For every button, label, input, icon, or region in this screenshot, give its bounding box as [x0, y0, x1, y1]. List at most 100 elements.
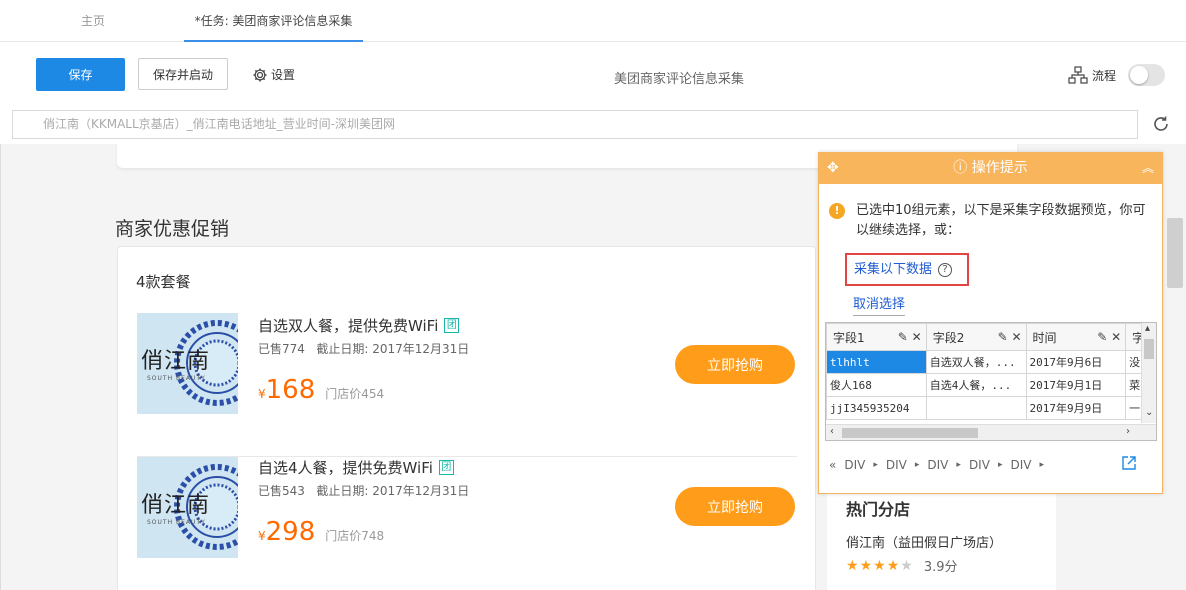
save-button[interactable]: 保存	[36, 58, 125, 91]
path-item[interactable]: DIV	[927, 458, 948, 472]
edit-delete-icons[interactable]: ✎ ✕	[898, 330, 922, 344]
column-header-label: 时间	[1032, 330, 1057, 345]
star-icon: ★	[886, 557, 900, 574]
settings-label: 设置	[271, 68, 296, 82]
deal-name-text: 自选4人餐，提供免费WiFi	[258, 459, 433, 477]
hot-branches-title: 热门分店	[846, 500, 911, 519]
buy-now-button[interactable]: 立即抢购	[675, 345, 795, 384]
column-header-label: 字段1	[833, 330, 865, 345]
path-separator-icon: ▸	[873, 460, 878, 470]
flow-control: 流程	[1068, 64, 1166, 86]
table-cell[interactable]: 2017年9月1日	[1025, 373, 1127, 397]
scroll-left-icon[interactable]: ‹	[830, 426, 834, 437]
column-header[interactable]: 字段2 ✎ ✕	[925, 323, 1027, 351]
deal-name-text: 自选双人餐，提供免费WiFi	[258, 317, 439, 335]
tab-home[interactable]: 主页	[30, 0, 156, 42]
path-separator-icon: ▸	[1039, 460, 1044, 470]
path-item[interactable]: DIV	[844, 458, 865, 472]
scroll-down-icon[interactable]: ⌄	[1145, 407, 1153, 418]
tab-bar: 主页 *任务: 美团商家评论信息采集	[0, 0, 1186, 42]
deal-thumbnail[interactable]: 俏江南 SOUTH BEAUTY	[137, 313, 238, 414]
task-title: 美团商家评论信息采集	[614, 72, 745, 87]
branch-name[interactable]: 俏江南（益田假日广场店）	[846, 532, 1002, 551]
star-icon: ★	[846, 557, 859, 574]
path-separator-icon: ▸	[997, 460, 1003, 470]
table-horizontal-scrollbar[interactable]: ‹ ›	[826, 424, 1156, 440]
table-row: tlhhlt 自选双人餐，... 2017年9月6日 没	[826, 350, 1156, 374]
deadline: 截止日期: 2017年12月31日	[316, 342, 470, 356]
deadline: 截止日期: 2017年12月31日	[316, 484, 470, 498]
collect-data-label: 采集以下数据	[854, 262, 933, 277]
hint-message-text: 已选中10组元素，以下是采集字段数据预览，你可以继续选择，或：	[856, 203, 1146, 238]
url-input[interactable]: 俏江南（KKMALL京基店）_俏江南电话地址_营业时间-深圳美团网	[12, 110, 1138, 139]
scroll-thumb[interactable]	[1144, 339, 1154, 359]
page-scrollbar[interactable]	[1167, 218, 1183, 288]
path-item[interactable]: DIV	[886, 458, 907, 472]
thumb-brand-text: 俏江南	[141, 493, 211, 518]
open-external-icon[interactable]	[1121, 455, 1137, 471]
buy-now-button[interactable]: 立即抢购	[675, 487, 795, 526]
deal-item: 俏江南 SOUTH BEAUTY 自选双人餐，提供免费WiFi 团 已售774 …	[137, 313, 797, 457]
star-icon: ★	[900, 557, 913, 574]
scroll-right-icon[interactable]: ›	[1126, 426, 1130, 437]
warning-icon: !	[829, 203, 845, 219]
hint-title: 操作提示	[971, 160, 1028, 176]
save-and-start-button[interactable]: 保存并启动	[138, 58, 228, 90]
collect-data-link[interactable]: 采集以下数据 ?	[845, 253, 969, 286]
store-price: 门店价454	[325, 387, 385, 401]
scroll-up-icon[interactable]: ▴	[1145, 323, 1150, 334]
hint-header: ✥ ⓘ 操作提示 ︽	[819, 153, 1162, 184]
table-cell[interactable]	[925, 396, 1027, 420]
settings-button[interactable]: 设置	[252, 66, 295, 83]
path-item[interactable]: DIV	[1010, 458, 1031, 472]
thumb-brand-sub: SOUTH BEAUTY	[147, 519, 206, 526]
table-vertical-scrollbar[interactable]: ▴ ⌄	[1141, 323, 1156, 423]
column-header-label: 字段2	[932, 330, 965, 345]
preview-table: 字段1 ✎ ✕ 字段2 ✎ ✕ 时间 ✎ ✕ 字 tlhhlt 自选双人餐，... 2…	[825, 322, 1157, 441]
table-cell[interactable]: 自选4人餐，...	[925, 373, 1027, 397]
gear-icon	[253, 68, 267, 81]
currency-symbol: ¥	[258, 529, 266, 543]
edit-delete-icons[interactable]: ✎ ✕	[1097, 330, 1121, 344]
tab-task[interactable]: *任务: 美团商家评论信息采集	[184, 0, 363, 42]
cancel-selection-link[interactable]: 取消选择	[853, 293, 906, 316]
info-circle-icon: ⓘ	[953, 160, 968, 176]
table-cell[interactable]: 自选双人餐，...	[925, 350, 1027, 374]
package-count: 4款套餐	[136, 273, 191, 291]
deal-title[interactable]: 自选双人餐，提供免费WiFi 团	[258, 315, 460, 336]
price-row: ¥ 168 门店价454	[258, 375, 384, 405]
table-cell[interactable]: tlhhlt	[826, 350, 927, 374]
operation-hint-panel: ✥ ⓘ 操作提示 ︽ ! 已选中10组元素，以下是采集字段数据预览，你可以继续选…	[818, 152, 1163, 494]
star-icon: ★	[859, 557, 873, 574]
path-item[interactable]: DIV	[969, 458, 990, 472]
edit-delete-icons[interactable]: ✎ ✕	[998, 330, 1022, 344]
star-icon: ★	[873, 557, 886, 574]
thumb-brand-sub: SOUTH BEAUTY	[147, 375, 206, 382]
table-row: jjI345935204 2017年9月9日 一	[826, 396, 1156, 420]
table-cell[interactable]: 俊人168	[826, 373, 927, 397]
refresh-icon[interactable]	[1150, 113, 1172, 135]
sold-count: 已售774	[258, 342, 305, 356]
scroll-thumb[interactable]	[842, 428, 978, 438]
table-cell[interactable]: 2017年9月9日	[1025, 396, 1127, 420]
path-separator-icon: ▸	[914, 460, 920, 470]
table-cell[interactable]: jjI345935204	[826, 396, 927, 420]
column-header[interactable]: 时间 ✎ ✕	[1025, 323, 1127, 351]
move-icon[interactable]: ✥	[827, 153, 839, 184]
deal-thumbnail[interactable]: 俏江南 SOUTH BEAUTY	[137, 457, 238, 558]
column-header[interactable]: 字段1 ✎ ✕	[826, 323, 927, 351]
deal-price: 298	[265, 517, 316, 547]
group-buy-badge: 团	[444, 318, 460, 333]
toolbar: 保存 保存并启动 设置 美团商家评论信息采集 流程	[0, 42, 1186, 110]
promo-card: 4款套餐 俏江南 SOUTH BEAUTY 自选双人餐，提供免费WiFi 团 已…	[117, 246, 816, 590]
table-cell[interactable]: 2017年9月6日	[1025, 350, 1127, 374]
rating-value: 3.9分	[923, 560, 958, 575]
table-row: 俊人168 自选4人餐，... 2017年9月1日 菜	[826, 373, 1156, 397]
flow-toggle[interactable]	[1128, 64, 1166, 86]
collapse-icon[interactable]: ︽	[1142, 153, 1154, 184]
store-price: 门店价748	[325, 529, 385, 543]
path-separator-icon: ▸	[956, 460, 961, 470]
deal-title[interactable]: 自选4人餐，提供免费WiFi 团	[258, 457, 454, 478]
path-back-icon[interactable]: «	[829, 458, 836, 472]
help-icon[interactable]: ?	[938, 262, 953, 277]
